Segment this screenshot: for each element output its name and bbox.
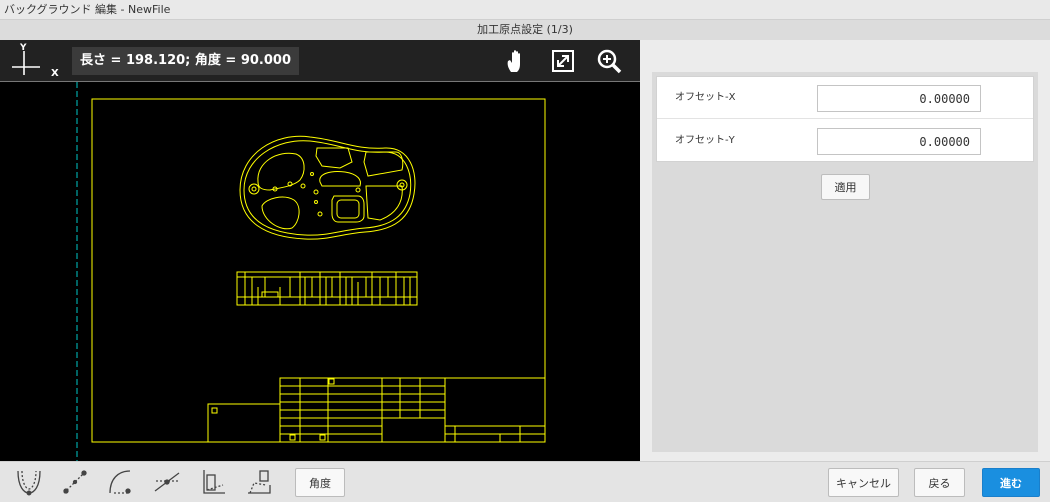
part-side-view [236, 271, 418, 306]
measurement-readout: 長さ = 198.120; 角度 = 90.000 [72, 47, 299, 75]
cancel-button[interactable]: キャンセル [828, 468, 899, 497]
axis-x-label: X [51, 68, 59, 79]
offset-y-row: オフセット-Y [657, 120, 1033, 162]
back-button[interactable]: 戻る [914, 468, 965, 497]
two-point-line-icon[interactable] [60, 467, 90, 497]
intersect-line-icon[interactable] [152, 467, 182, 497]
offset-y-label: オフセット-Y [675, 135, 735, 146]
bottom-toolbar: 角度 キャンセル 戻る 進む [0, 461, 1050, 502]
offset-x-label: オフセット-X [675, 92, 736, 103]
part-top-view [239, 135, 416, 240]
offset-y-input[interactable] [817, 128, 981, 155]
angle-button[interactable]: 角度 [295, 468, 345, 497]
canvas-toolbar: Y X 長さ = 198.120; 角度 = 90.000 [0, 40, 640, 82]
title-block [207, 377, 546, 443]
settings-panel: オフセット-X オフセット-Y 適用 [640, 40, 1050, 461]
offset-x-row: オフセット-X [657, 77, 1033, 119]
offset-x-input[interactable] [817, 85, 981, 112]
axis-icon: Y X [12, 43, 59, 79]
fit-screen-icon[interactable] [550, 48, 576, 74]
align-edge-icon[interactable] [198, 467, 228, 497]
hand-icon[interactable] [503, 48, 529, 74]
offset-form: オフセット-X オフセット-Y 適用 [652, 72, 1038, 452]
fit-curve-icon[interactable] [14, 467, 44, 497]
offset-fields: オフセット-X オフセット-Y [656, 76, 1034, 162]
axis-y-label: Y [19, 43, 27, 53]
rotate-angle-icon[interactable] [244, 467, 274, 497]
dialog-title: 加工原点設定 (1/3) [0, 20, 1050, 40]
arc-icon[interactable] [106, 467, 136, 497]
apply-button[interactable]: 適用 [821, 174, 870, 200]
cad-canvas-panel: Y X 長さ = 198.120; 角度 = 90.000 [0, 40, 640, 461]
window-title: バックグラウンド 編集 - NewFile [0, 0, 1050, 20]
app-window: バックグラウンド 編集 - NewFile 加工原点設定 (1/3) Y X 長… [0, 0, 1050, 502]
cad-drawing[interactable] [0, 82, 640, 461]
next-button[interactable]: 進む [982, 468, 1040, 497]
sheet-border [91, 98, 546, 443]
zoom-in-icon[interactable] [596, 48, 622, 74]
